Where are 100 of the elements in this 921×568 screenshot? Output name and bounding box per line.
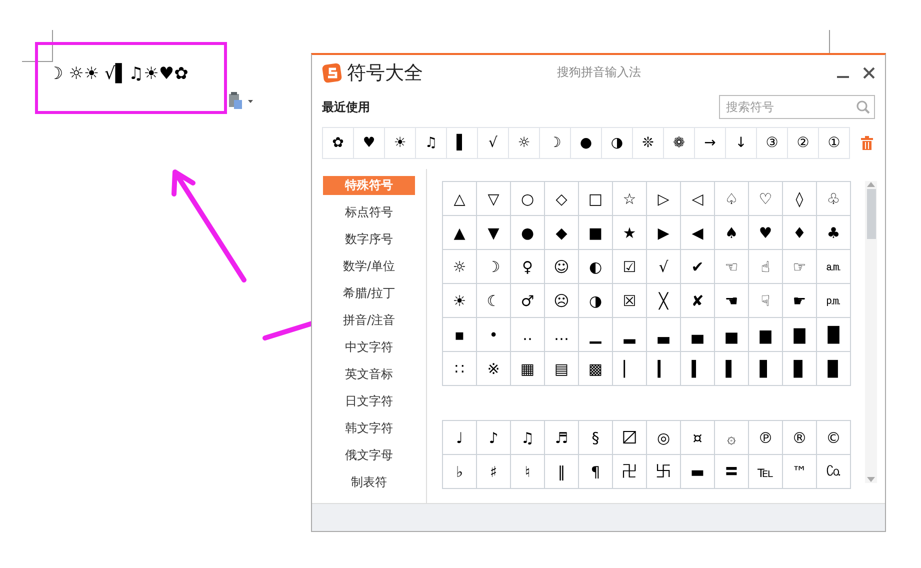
symbol-cell[interactable]: 卍 (613, 455, 647, 489)
symbol-cell[interactable]: ☟ (749, 284, 783, 318)
category-tab[interactable]: 日文字符 (323, 392, 415, 411)
category-tab[interactable]: 标点符号 (323, 203, 415, 222)
symbol-cell[interactable]: ◑ (601, 127, 633, 159)
symbol-cell[interactable]: ♠ (715, 216, 749, 250)
symbol-cell[interactable]: ▏ (613, 352, 647, 386)
symbol-cell[interactable]: ㏇ (817, 455, 851, 489)
symbol-cell[interactable]: ◆ (545, 216, 579, 250)
symbol-cell[interactable]: 〓 (715, 455, 749, 489)
symbol-cell[interactable]: ㏘ (817, 284, 851, 318)
symbol-cell[interactable]: ♤ (715, 182, 749, 216)
symbol-cell[interactable]: ★ (613, 216, 647, 250)
symbol-cell[interactable]: ☞ (783, 250, 817, 284)
symbol-cell[interactable]: ❁ (663, 127, 695, 159)
symbol-cell[interactable]: ▤ (545, 352, 579, 386)
category-tab[interactable]: 俄文字母 (323, 446, 415, 465)
symbol-cell[interactable]: ☾ (477, 284, 511, 318)
symbol-cell[interactable]: ℗ (749, 421, 783, 455)
symbol-cell[interactable]: ☼ (508, 127, 540, 159)
symbol-cell[interactable]: ☛ (783, 284, 817, 318)
symbol-cell[interactable]: ✘ (681, 284, 715, 318)
symbol-cell[interactable]: ♧ (817, 182, 851, 216)
symbol-cell[interactable]: ◑ (579, 284, 613, 318)
symbol-cell[interactable]: ☀ (384, 127, 416, 159)
close-icon[interactable] (863, 67, 875, 79)
symbol-cell[interactable]: ○ (511, 182, 545, 216)
symbol-cell[interactable]: ① (818, 127, 850, 159)
symbol-cell[interactable]: ♫ (415, 127, 447, 159)
symbol-cell[interactable]: ✔ (681, 250, 715, 284)
symbol-cell[interactable]: △ (443, 182, 477, 216)
symbol-cell[interactable]: ▬ (681, 455, 715, 489)
symbol-cell[interactable]: ☀ (443, 284, 477, 318)
symbol-cell[interactable]: ▅ (715, 318, 749, 352)
symbol-cell[interactable]: ◀ (681, 216, 715, 250)
symbol-cell[interactable]: ↓ (725, 127, 757, 159)
symbol-cell[interactable]: ™ (783, 455, 817, 489)
symbol-cell[interactable]: ‥ (511, 318, 545, 352)
symbol-cell[interactable]: ¶ (579, 455, 613, 489)
paste-options-icon[interactable] (228, 92, 254, 110)
symbol-cell[interactable]: ▄ (681, 318, 715, 352)
symbol-cell[interactable]: ◇ (545, 182, 579, 216)
symbol-cell[interactable]: → (694, 127, 726, 159)
symbol-cell[interactable]: ◊ (783, 182, 817, 216)
category-tab[interactable]: 制表符 (323, 473, 415, 492)
symbol-cell[interactable]: ■ (579, 216, 613, 250)
symbol-cell[interactable]: ☚ (715, 284, 749, 318)
symbol-cell[interactable]: ▩ (579, 352, 613, 386)
symbol-cell[interactable]: ▁ (579, 318, 613, 352)
category-tab[interactable]: 数字序号 (323, 230, 415, 249)
category-tab[interactable]: 韩文字符 (323, 419, 415, 438)
symbol-cell[interactable]: √ (647, 250, 681, 284)
symbol-cell[interactable]: ♬ (545, 421, 579, 455)
symbol-cell[interactable]: ▋ (749, 352, 783, 386)
scroll-down-icon[interactable] (866, 477, 876, 483)
search-field[interactable]: 搜索符号 (719, 95, 875, 119)
symbol-cell[interactable]: ♥ (749, 216, 783, 250)
scrollbar-thumb[interactable] (866, 189, 876, 239)
symbol-cell[interactable]: ▎ (647, 352, 681, 386)
symbol-cell[interactable]: ▶ (647, 216, 681, 250)
symbol-cell[interactable]: ☆ (613, 182, 647, 216)
symbol-cell[interactable]: ▦ (511, 352, 545, 386)
symbol-cell[interactable]: ☝ (749, 250, 783, 284)
symbol-cell[interactable]: ♣ (817, 216, 851, 250)
symbol-cell[interactable]: ☽ (539, 127, 571, 159)
symbol-cell[interactable]: 卐 (647, 455, 681, 489)
symbol-cell[interactable]: ● (511, 216, 545, 250)
symbol-cell[interactable]: ▍ (681, 352, 715, 386)
symbol-cell[interactable]: ♪ (477, 421, 511, 455)
symbol-cell[interactable]: ▌ (446, 127, 478, 159)
symbol-cell[interactable]: ∷ (443, 352, 477, 386)
symbol-cell[interactable]: ▽ (477, 182, 511, 216)
scroll-up-icon[interactable] (866, 181, 876, 187)
symbol-cell[interactable]: ╳ (647, 284, 681, 318)
symbol-cell[interactable]: ☹ (545, 284, 579, 318)
symbol-cell[interactable]: ▼ (477, 216, 511, 250)
symbol-cell[interactable]: ۞ (715, 421, 749, 455)
symbol-cell[interactable]: ▷ (647, 182, 681, 216)
symbol-cell[interactable]: ♮ (511, 455, 545, 489)
symbol-cell[interactable]: ℡ (749, 455, 783, 489)
symbol-cell[interactable]: ▂ (613, 318, 647, 352)
symbol-cell[interactable]: § (579, 421, 613, 455)
symbol-cell[interactable]: ♦ (783, 216, 817, 250)
category-tab[interactable]: 英文音标 (323, 365, 415, 384)
symbol-cell[interactable]: ♀ (511, 250, 545, 284)
symbol-cell[interactable]: ☜ (715, 250, 749, 284)
symbol-cell[interactable]: • (477, 318, 511, 352)
symbol-cell[interactable]: □ (579, 182, 613, 216)
symbol-cell[interactable]: ▉ (817, 352, 851, 386)
symbol-cell[interactable]: ♥ (353, 127, 385, 159)
symbol-cell[interactable]: ☑ (613, 250, 647, 284)
symbol-cell[interactable]: ▆ (749, 318, 783, 352)
symbol-cell[interactable]: ② (787, 127, 819, 159)
symbol-cell[interactable]: █ (817, 318, 851, 352)
symbol-cell[interactable]: √ (477, 127, 509, 159)
symbol-cell[interactable]: ♯ (477, 455, 511, 489)
symbol-cell[interactable]: ▌ (715, 352, 749, 386)
category-tab[interactable]: 数学/单位 (323, 257, 415, 276)
symbol-cell[interactable]: ◎ (647, 421, 681, 455)
symbol-cell[interactable]: ♭ (443, 455, 477, 489)
